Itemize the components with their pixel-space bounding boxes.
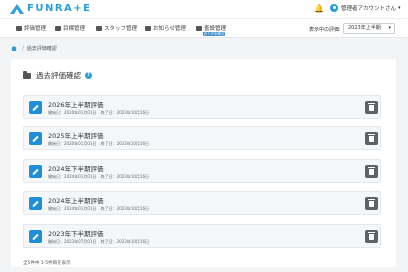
main-nav: 評価管理 目標管理 スタッフ管理 お知らせ管理 査設管理 過去評価確認 表示中の… (0, 18, 408, 38)
evaluation-item: 2024年下半期評価 開始日：2024年01月01日 終了日：2023年10月1… (23, 159, 381, 183)
delete-button[interactable] (365, 101, 378, 114)
trash-icon (368, 133, 375, 142)
id-card-icon (96, 25, 102, 31)
evaluation-start: 開始日：2020年01月01日 (48, 141, 97, 146)
user-menu[interactable]: 管理者アカウントさん ▾ (330, 4, 401, 12)
breadcrumb: / 過去評価確認 (11, 45, 57, 52)
evaluation-start: 開始日：2023年07月01日 (48, 239, 97, 244)
user-avatar-icon (330, 4, 338, 12)
page-title-text: 過去評価確認 (36, 71, 81, 80)
trash-icon (368, 198, 375, 207)
evaluation-end: 終了日：2023年10月16日 (100, 141, 149, 146)
chevron-down-icon: ▾ (398, 5, 401, 11)
evaluation-end: 終了日：2023年10月16日 (100, 239, 149, 244)
breadcrumb-separator: / (22, 45, 24, 52)
edit-button[interactable] (29, 197, 42, 210)
trash-icon (368, 166, 375, 175)
trash-icon (368, 231, 375, 240)
evaluation-title: 2025年上半期評価 (48, 132, 104, 140)
edit-button[interactable] (29, 165, 42, 178)
home-icon[interactable] (11, 46, 17, 51)
evaluation-dates: 開始日：2024年01月01日 終了日：2023年10月16日 (48, 206, 152, 212)
delete-button[interactable] (365, 197, 378, 210)
main-card: 過去評価確認 ? 2026年上半期評価 開始日：2020年01月01日 終了日：… (11, 59, 396, 267)
help-icon[interactable]: ? (85, 72, 92, 79)
period-select[interactable]: 2023年上半期 ▾ (343, 23, 395, 34)
evaluation-item: 2026年上半期評価 開始日：2020年01月01日 終了日：2023年10月1… (23, 95, 381, 119)
folder-icon (23, 71, 31, 79)
pencil-icon (32, 135, 39, 142)
nav-item-settings[interactable]: 査設管理 (196, 24, 226, 32)
page-title: 過去評価確認 ? (23, 70, 92, 81)
evaluation-dates: 開始日：2020年01月01日 終了日：2023年10月16日 (48, 141, 152, 147)
evaluation-title: 2023年下半期評価 (48, 230, 104, 238)
breadcrumb-current: 過去評価確認 (26, 46, 57, 52)
evaluation-end: 終了日：2023年10月16日 (100, 206, 149, 211)
pencil-icon (32, 168, 39, 175)
user-name: 管理者アカウントさん (341, 6, 397, 12)
delete-button[interactable] (365, 165, 378, 178)
nav-item-label: 評価管理 (24, 26, 47, 32)
period-select-value: 2023年上半期 (348, 25, 381, 31)
nav-item-evaluation[interactable]: 評価管理 (16, 24, 46, 32)
logo-text: FUNRA+E (27, 3, 92, 14)
edit-button[interactable] (29, 132, 42, 145)
evaluation-dates: 開始日：2020年01月01日 終了日：2023年10月16日 (48, 110, 152, 116)
logo-icon (10, 3, 24, 14)
evaluation-dates: 開始日：2023年07月01日 終了日：2023年10月16日 (48, 239, 152, 245)
evaluation-start: 開始日：2024年01月01日 (48, 206, 97, 211)
evaluation-start: 開始日：2020年01月01日 (48, 110, 97, 115)
nav-item-goals[interactable]: 目標管理 (55, 24, 85, 32)
evaluation-dates: 開始日：2024年01月01日 終了日：2023年10月16日 (48, 174, 152, 180)
delete-button[interactable] (365, 230, 378, 243)
edit-button[interactable] (29, 101, 42, 114)
top-header: FUNRA+E 🔔 管理者アカウントさん ▾ (0, 0, 408, 18)
nav-item-label: 査設管理 (204, 26, 227, 32)
evaluation-title: 2026年上半期評価 (48, 101, 104, 109)
pencil-icon (32, 200, 39, 207)
bar-chart-icon (16, 25, 22, 31)
period-label: 表示中の評価: (309, 27, 341, 33)
pencil-icon (32, 233, 39, 240)
monitor-icon (196, 25, 202, 31)
result-count: 全5件中 1-5件目を表示 (23, 261, 71, 266)
nav-item-label: 目標管理 (63, 26, 86, 32)
bell-icon[interactable]: 🔔 (314, 4, 324, 13)
evaluation-end: 終了日：2023年10月16日 (100, 174, 149, 179)
pencil-icon (32, 104, 39, 111)
nav-item-staff[interactable]: スタッフ管理 (96, 24, 137, 32)
evaluation-item: 2025年上半期評価 開始日：2020年01月01日 終了日：2023年10月1… (23, 126, 381, 150)
delete-button[interactable] (365, 132, 378, 145)
edit-button[interactable] (29, 230, 42, 243)
app-logo[interactable]: FUNRA+E (10, 3, 91, 14)
evaluation-title: 2024年上半期評価 (48, 197, 104, 205)
nav-item-label: お知らせ管理 (153, 26, 186, 32)
megaphone-icon (145, 25, 151, 31)
chevron-down-icon: ▾ (388, 25, 391, 31)
nav-item-label: スタッフ管理 (104, 26, 138, 32)
evaluation-end: 終了日：2023年10月16日 (100, 110, 149, 115)
evaluation-item: 2024年上半期評価 開始日：2024年01月01日 終了日：2023年10月1… (23, 191, 381, 215)
target-icon (55, 25, 61, 31)
evaluation-start: 開始日：2024年01月01日 (48, 174, 97, 179)
evaluation-item: 2023年下半期評価 開始日：2023年07月01日 終了日：2023年10月1… (23, 224, 381, 248)
active-page-badge: 過去評価確認 (203, 32, 225, 36)
evaluation-title: 2024年下半期評価 (48, 165, 104, 173)
nav-item-notices[interactable]: お知らせ管理 (145, 24, 186, 32)
trash-icon (368, 102, 375, 111)
